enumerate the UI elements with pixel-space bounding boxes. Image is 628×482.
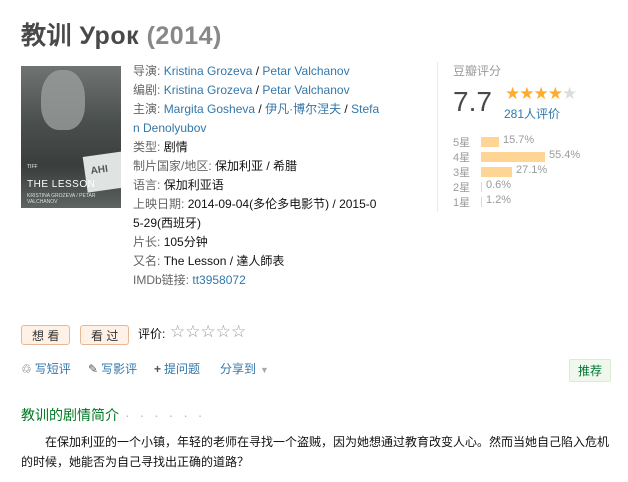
rating-dist-percent: 0.6% [486, 179, 512, 191]
short-review-action[interactable]: ♲ 写短评 [21, 360, 71, 377]
my-rating-label: 评价: [138, 327, 166, 341]
cast-row-continued: n Denolyubov [133, 119, 383, 138]
rating-score: 7.7 [453, 86, 492, 117]
country-value: 保加利亚 / 希腊 [215, 159, 298, 173]
poster-credit: KRISTINA GROZEVA / PETAR VALCHANOV [27, 193, 96, 205]
language-value: 保加利亚语 [163, 178, 224, 192]
writer-label: 编剧: [133, 83, 161, 97]
movie-name: 教训 Урок [21, 22, 140, 50]
star-filled-icon: ★ [533, 84, 549, 103]
genre-label: 类型: [133, 140, 161, 154]
rating-dist-label: 3星 [453, 167, 471, 179]
share-label: 分享到 [220, 362, 257, 376]
recommend-button[interactable]: 推荐 [569, 359, 612, 382]
aka-row: 又名: The Lesson / 達人師表 [133, 252, 383, 271]
imdb-label: IMDb链接: [133, 273, 190, 287]
release-value-continued: 5-29(西班牙) [133, 216, 202, 230]
cast-link[interactable]: 伊凡·博尔涅夫 [265, 102, 341, 116]
rating-dist-label: 4星 [453, 152, 471, 164]
rating-dist-percent: 15.7% [503, 134, 535, 146]
rating-dist-label: 1星 [453, 197, 471, 209]
rating-dist-percent: 1.2% [486, 194, 512, 206]
runtime-value: 105分钟 [163, 235, 208, 249]
pencil-icon: ✎ [88, 362, 99, 376]
question-label: 提问题 [164, 362, 201, 376]
movie-year: (2014) [146, 22, 222, 50]
movie-poster[interactable]: TIFF АНІ THE LESSON KRISTINA GROZEVA / P… [21, 66, 121, 208]
summary-heading: 教训的剧情简介 · · · · · · [21, 405, 205, 425]
director-label: 导演: [133, 64, 161, 78]
summary-dots: · · · · · · [125, 407, 206, 423]
cast-link[interactable]: Margita Gosheva [164, 102, 255, 116]
chevron-down-icon: ▼ [260, 365, 269, 375]
comment-icon: ♲ [21, 362, 32, 376]
writer-link[interactable]: Kristina Grozeva [164, 83, 253, 97]
separator: / [255, 102, 266, 116]
country-label: 制片国家/地区: [133, 159, 212, 173]
wish-button[interactable]: 想 看 [21, 325, 71, 345]
director-link[interactable]: Petar Valchanov [262, 64, 349, 78]
country-row: 制片国家/地区: 保加利亚 / 希腊 [133, 157, 383, 176]
page-title: 教训 Урок (2014) [21, 16, 222, 52]
separator: / [252, 64, 263, 78]
share-action[interactable]: 分享到 ▼ [220, 360, 272, 377]
rating-stars: ★★★★★ [505, 84, 577, 104]
cast-link[interactable]: n Denolyubov [133, 121, 206, 135]
aka-label: 又名: [133, 254, 161, 268]
separator: / [252, 83, 263, 97]
review-label: 写影评 [101, 362, 138, 376]
director-row: 导演: Kristina Grozeva / Petar Valchanov [133, 62, 383, 81]
poster-title: THE LESSON [27, 179, 96, 190]
my-rating-stars[interactable]: ☆☆☆☆☆ [170, 322, 246, 342]
release-value: 2014-09-04(多伦多电影节) / 2015-0 [187, 197, 377, 211]
question-action[interactable]: + 提问题 [154, 360, 200, 377]
review-action[interactable]: ✎ 写影评 [88, 360, 137, 377]
runtime-label: 片长: [133, 235, 161, 249]
genre-value: 剧情 [163, 140, 188, 154]
plus-icon: + [154, 362, 162, 376]
rating-label: 豆瓣评分 [453, 64, 502, 78]
rating-count-link[interactable]: 281人评价 [504, 105, 560, 122]
poster-laurel: TIFF [27, 164, 38, 170]
rating-dist-label: 2星 [453, 182, 471, 194]
short-review-label: 写短评 [34, 362, 71, 376]
writer-link[interactable]: Petar Valchanov [262, 83, 349, 97]
star-empty-icon: ★ [562, 84, 577, 103]
release-row: 上映日期: 2014-09-04(多伦多电影节) / 2015-0 [133, 195, 383, 214]
cast-label: 主演: [133, 102, 161, 116]
runtime-row: 片长: 105分钟 [133, 233, 383, 252]
rating-dist-bar [481, 152, 545, 162]
rating-dist-percent: 55.4% [549, 149, 581, 161]
imdb-row: IMDb链接: tt3958072 [133, 271, 383, 290]
poster-face [41, 70, 85, 130]
rating-dist-bar [481, 167, 512, 177]
poster-book-text: АНІ [90, 163, 109, 177]
rating-dist-bar [481, 182, 482, 192]
rating-dist-bar [481, 137, 499, 147]
imdb-link[interactable]: tt3958072 [192, 273, 245, 287]
rating-dist-label: 5星 [453, 137, 471, 149]
summary-text: 在保加利亚的一个小镇，年轻的老师在寻找一个盗贼，因为她想通过教育改变人心。然而当… [21, 435, 610, 469]
rating-dist-bar [481, 197, 482, 207]
release-label: 上映日期: [133, 197, 185, 211]
separator: / [341, 102, 352, 116]
director-link[interactable]: Kristina Grozeva [164, 64, 253, 78]
cast-row: 主演: Margita Gosheva / 伊凡·博尔涅夫 / Stefa [133, 100, 383, 119]
writer-row: 编剧: Kristina Grozeva / Petar Valchanov [133, 81, 383, 100]
movie-info: 导演: Kristina Grozeva / Petar Valchanov 编… [133, 62, 383, 290]
language-label: 语言: [133, 178, 161, 192]
star-filled-icon: ★ [547, 84, 563, 103]
summary-title: 教训的剧情简介 [21, 407, 119, 423]
star-filled-icon: ★ [505, 84, 520, 103]
genre-row: 类型: 剧情 [133, 138, 383, 157]
aka-value: The Lesson / 達人師表 [163, 254, 285, 268]
star-filled-icon: ★ [519, 84, 534, 103]
language-row: 语言: 保加利亚语 [133, 176, 383, 195]
cast-link[interactable]: Stefa [351, 102, 379, 116]
rating-dist-percent: 27.1% [516, 164, 548, 176]
release-row-continued: 5-29(西班牙) [133, 214, 383, 233]
rating-panel: 豆瓣评分 7.7 ★★★★★ 281人评价 5星 15.7% 4星 55.4% 3星 27… [437, 62, 612, 212]
seen-button[interactable]: 看 过 [80, 325, 130, 345]
